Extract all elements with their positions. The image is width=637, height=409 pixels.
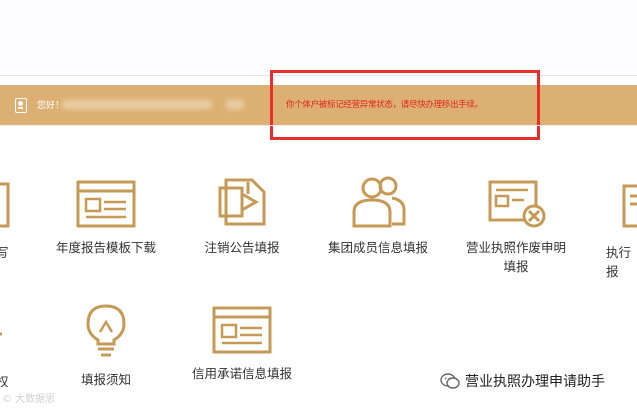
tile-label: 年度报告模板下载 xyxy=(56,240,157,255)
document-fold-icon xyxy=(218,178,266,226)
greeting-text: 您好！ xyxy=(37,101,65,111)
tile-license-void-statement[interactable]: 营业执照作废申明填报 xyxy=(456,178,576,276)
panel-divider xyxy=(0,125,637,126)
abnormal-status-alert[interactable]: 你个体户被标记经营异常状态，请尽快办理移出手续。 xyxy=(286,98,483,110)
blurred-company-name xyxy=(62,100,212,109)
tile-label: 填报须知 xyxy=(80,372,131,387)
partial-right-label-row1b: 报 xyxy=(606,264,619,279)
partial-left-icon-row1 xyxy=(0,182,10,228)
partial-left-label-row1: 写 xyxy=(0,245,9,260)
tile-label: 集团成员信息填报 xyxy=(328,240,429,255)
partial-right-icon-row1 xyxy=(622,184,637,228)
web-template-icon xyxy=(76,180,136,228)
certificate-cancel-icon xyxy=(488,180,546,228)
lightbulb-icon xyxy=(86,304,126,357)
tile-cancellation-notice[interactable]: 注销公告填报 xyxy=(182,174,302,257)
top-header-area xyxy=(0,0,637,76)
web-template-icon xyxy=(212,306,272,354)
group-users-icon xyxy=(352,176,406,228)
notice-bar: 您好！ 你个体户被标记经营异常状态，请尽快办理移出手续。 xyxy=(0,85,637,125)
watermark-left: © 大数据思 xyxy=(2,394,56,405)
user-card-icon xyxy=(15,98,27,113)
partial-left-label-row2: 权 xyxy=(0,374,9,389)
watermark-right: 营业执照办理申请助手 xyxy=(440,371,605,391)
tile-label: 信用承诺信息填报 xyxy=(192,366,293,381)
tile-annual-report-template[interactable]: 年度报告模板下载 xyxy=(46,178,166,257)
wechat-icon xyxy=(440,373,460,389)
tile-label: 营业执照作废申明填报 xyxy=(466,240,567,274)
partial-right-label-row1a: 执行 xyxy=(606,245,632,260)
tile-group-member-info[interactable]: 集团成员信息填报 xyxy=(318,174,438,257)
tile-filling-instructions[interactable]: 填报须知 xyxy=(46,300,166,389)
watermark-right-text: 营业执照办理申请助手 xyxy=(465,374,605,390)
partial-left-icon-row2 xyxy=(0,332,2,336)
blurred-segment xyxy=(226,100,244,109)
tile-label: 注销公告填报 xyxy=(204,240,280,255)
tile-credit-commitment-info[interactable]: 信用承诺信息填报 xyxy=(182,304,302,383)
